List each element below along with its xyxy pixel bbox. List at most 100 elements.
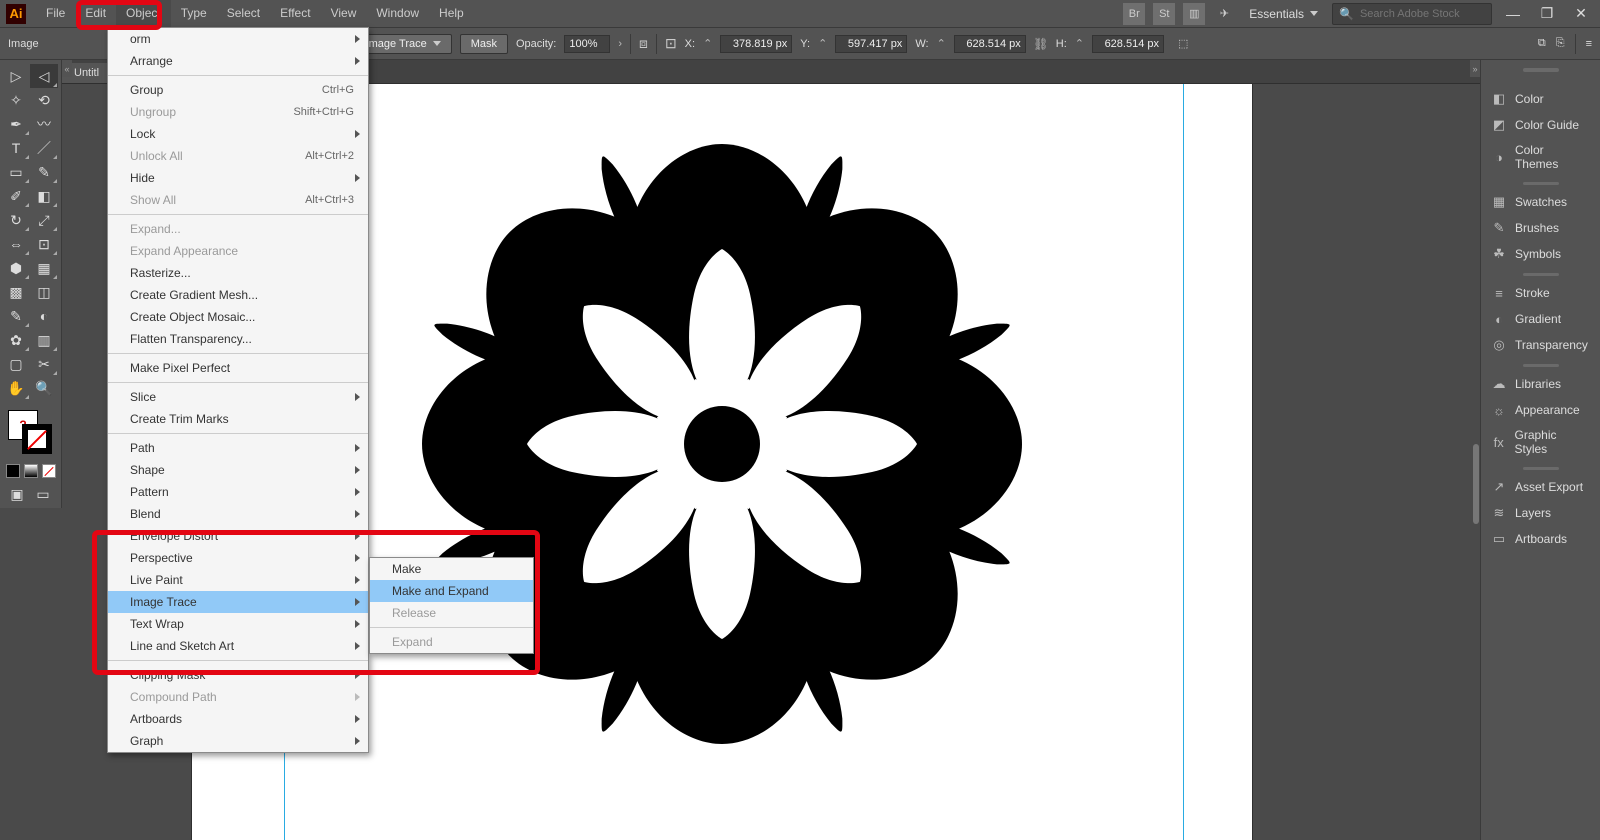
fill-stroke-swatch[interactable]: ? [2,406,58,462]
menuitem-image-trace[interactable]: Image Trace [108,591,368,613]
panel-transparency[interactable]: ◎Transparency [1481,332,1600,358]
scale-tool[interactable]: ⤢ [30,208,58,232]
menuitem-create-gradient-mesh-[interactable]: Create Gradient Mesh... [108,284,368,306]
menu-help[interactable]: Help [429,0,474,27]
transform-icon[interactable]: ⧈ [639,35,648,52]
collapse-left-icon[interactable]: « [62,60,72,77]
x-field[interactable]: 378.819 px [720,35,792,53]
align-icon[interactable]: ⧉ [1538,37,1546,50]
search-stock[interactable]: 🔍 [1332,3,1492,25]
menuitem-create-trim-marks[interactable]: Create Trim Marks [108,408,368,430]
panel-brushes[interactable]: ✎Brushes [1481,215,1600,241]
panel-gradient[interactable]: ◐Gradient [1481,306,1600,332]
free-transform-tool[interactable]: ⊡ [30,232,58,256]
menuitem-slice[interactable]: Slice [108,386,368,408]
menuitem-pattern[interactable]: Pattern [108,481,368,503]
gradient-tool[interactable]: ◫ [30,280,58,304]
vertical-scrollbar[interactable] [1468,84,1480,840]
menuitem-envelope-distort[interactable]: Envelope Distort [108,525,368,547]
menuitem-arrange[interactable]: Arrange [108,50,368,72]
panel-artboards[interactable]: ▭Artboards [1481,526,1600,552]
rotate-tool[interactable]: ↻ [2,208,30,232]
image-trace-button[interactable]: Image Trace [355,34,452,54]
stock-button[interactable]: St [1153,3,1175,25]
menuitem-artboards[interactable]: Artboards [108,708,368,730]
shape-builder-tool[interactable]: ⬢ [2,256,30,280]
blend-tool[interactable]: ◐ [30,304,58,328]
symbol-sprayer-tool[interactable]: ✿ [2,328,30,352]
restore-button[interactable]: ❐ [1534,5,1560,23]
panel-libraries[interactable]: ☁Libraries [1481,371,1600,397]
reference-point-icon[interactable]: ⊡ [665,35,677,52]
submenuitem-make[interactable]: Make [370,558,533,580]
menu-view[interactable]: View [321,0,367,27]
menuitem-perspective[interactable]: Perspective [108,547,368,569]
menuitem-transform[interactable]: orm [108,28,368,50]
color-mode-icon[interactable] [6,464,20,478]
menu-object[interactable]: Object [116,0,171,27]
column-graph-tool[interactable]: ▥ [30,328,58,352]
panel-symbols[interactable]: ☘Symbols [1481,241,1600,267]
isolate-icon[interactable]: ⎘ [1556,37,1565,50]
panel-color-guide[interactable]: ◩Color Guide [1481,112,1600,138]
screen-mode-icon[interactable]: ▣ [6,484,28,504]
menuitem-hide[interactable]: Hide [108,167,368,189]
panel-grip[interactable] [1523,68,1559,72]
mesh-tool[interactable]: ▩ [2,280,30,304]
change-screen-icon[interactable]: ▭ [32,484,54,504]
search-input[interactable] [1360,8,1480,20]
mask-button[interactable]: Mask [460,34,508,54]
menuitem-make-pixel-perfect[interactable]: Make Pixel Perfect [108,357,368,379]
rectangle-tool[interactable]: ▭ [2,160,30,184]
menu-effect[interactable]: Effect [270,0,320,27]
h-field[interactable]: 628.514 px [1092,35,1164,53]
panel-asset-export[interactable]: ↗Asset Export [1481,474,1600,500]
menuitem-text-wrap[interactable]: Text Wrap [108,613,368,635]
menuitem-rasterize-[interactable]: Rasterize... [108,262,368,284]
opacity-field[interactable]: 100% [564,35,610,53]
shaper-tool[interactable]: ✐ [2,184,30,208]
width-tool[interactable]: ⇔ [2,232,30,256]
lasso-tool[interactable]: ⟲ [30,88,58,112]
link-wh-icon[interactable]: ⛓ [1034,34,1048,54]
selection-tool[interactable]: ▷ [2,64,30,88]
collapse-right-icon[interactable]: » [1470,60,1480,77]
menuitem-flatten-transparency-[interactable]: Flatten Transparency... [108,328,368,350]
arrange-docs-button[interactable]: ▥ [1183,3,1205,25]
menu-select[interactable]: Select [217,0,270,27]
panel-color-themes[interactable]: ◑Color Themes [1481,138,1600,176]
direct-selection-tool[interactable]: ◁ [30,64,58,88]
menuitem-group[interactable]: GroupCtrl+G [108,79,368,101]
eyedropper-tool[interactable]: ✎ [2,304,30,328]
panel-swatches[interactable]: ▦Swatches [1481,189,1600,215]
gpu-button[interactable]: ✈ [1213,3,1235,25]
bridge-button[interactable]: Br [1123,3,1145,25]
zoom-tool[interactable]: 🔍 [30,376,58,400]
panel-stroke[interactable]: ≡Stroke [1481,280,1600,306]
menu-file[interactable]: File [36,0,75,27]
panel-color[interactable]: ◧Color [1481,86,1600,112]
menuitem-blend[interactable]: Blend [108,503,368,525]
panel-menu-icon[interactable]: ≡ [1586,38,1592,50]
none-mode-icon[interactable] [42,464,56,478]
menuitem-shape[interactable]: Shape [108,459,368,481]
menu-edit[interactable]: Edit [75,0,116,27]
panel-graphic-styles[interactable]: fxGraphic Styles [1481,423,1600,461]
gradient-mode-icon[interactable] [24,464,38,478]
y-field[interactable]: 597.417 px [835,35,907,53]
menuitem-live-paint[interactable]: Live Paint [108,569,368,591]
minimize-button[interactable]: — [1500,5,1526,23]
workspace-switcher[interactable]: Essentials [1243,7,1324,21]
menu-type[interactable]: Type [171,0,217,27]
menuitem-create-object-mosaic-[interactable]: Create Object Mosaic... [108,306,368,328]
menuitem-graph[interactable]: Graph [108,730,368,752]
shear-icon[interactable]: ⬚ [1178,37,1188,50]
menuitem-path[interactable]: Path [108,437,368,459]
panel-layers[interactable]: ≋Layers [1481,500,1600,526]
slice-tool[interactable]: ✂ [30,352,58,376]
curvature-tool[interactable]: 〰 [30,112,58,136]
close-button[interactable]: ✕ [1568,5,1594,23]
type-tool[interactable]: T [2,136,30,160]
hand-tool[interactable]: ✋ [2,376,30,400]
perspective-tool[interactable]: ▦ [30,256,58,280]
